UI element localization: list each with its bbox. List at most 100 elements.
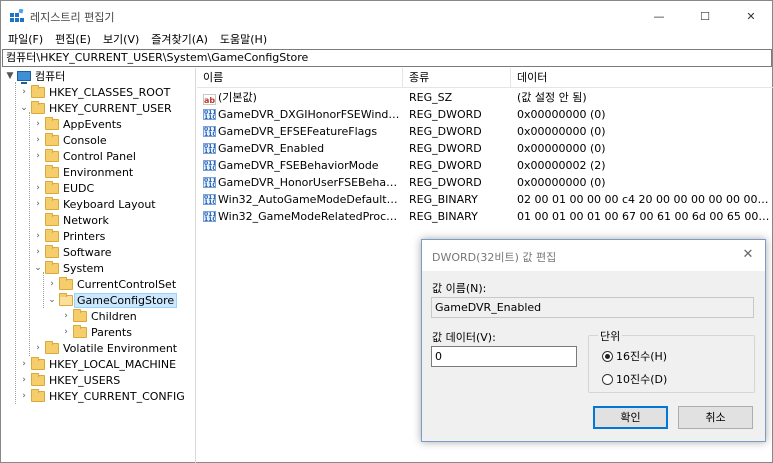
value-name-field[interactable]: GameDVR_Enabled xyxy=(431,297,754,318)
radio-unchecked-icon xyxy=(602,373,613,385)
tree-node-hkcu[interactable]: ⌄ HKEY_CURRENT_USER xyxy=(19,100,172,116)
registry-app-icon xyxy=(10,9,24,22)
tree-node-printers[interactable]: › Printers xyxy=(33,228,105,244)
column-header-type[interactable]: 종류 xyxy=(403,68,511,88)
close-button[interactable]: ✕ xyxy=(728,1,773,31)
cancel-button[interactable]: 취소 xyxy=(678,406,753,429)
list-item[interactable]: 011110GameDVR_HonorUserFSEBehaviorM... RE… xyxy=(197,174,773,191)
tree-node-environment[interactable]: Environment xyxy=(33,164,133,180)
value-type-cell: REG_BINARY xyxy=(409,193,478,206)
chevron-right-icon[interactable]: › xyxy=(33,244,43,260)
folder-icon xyxy=(45,132,59,146)
maximize-button[interactable]: ☐ xyxy=(682,1,728,31)
chevron-right-icon[interactable]: › xyxy=(33,132,43,148)
binary-value-icon: 011 110 xyxy=(203,177,216,188)
tree-node-gameconfigstore[interactable]: ⌄ GameConfigStore xyxy=(47,292,178,308)
folder-open-icon xyxy=(59,292,73,306)
chevron-down-icon[interactable]: ▼ xyxy=(5,68,15,84)
folder-icon xyxy=(73,308,87,322)
value-type-cell: REG_BINARY xyxy=(409,210,478,223)
list-item[interactable]: 011 110GameDVR_EFSEFeatureFlags REG_DWORD 0… xyxy=(197,123,773,140)
list-item[interactable]: 011 110GameDVR_Enabled REG_DWORD 0x00000000… xyxy=(197,140,773,157)
value-data-cell: 0x00000000 (0) xyxy=(517,142,606,155)
folder-icon xyxy=(45,196,59,210)
tree-node-appevents[interactable]: › AppEvents xyxy=(33,116,122,132)
menu-view[interactable]: 보기(V) xyxy=(97,31,145,49)
tree-node-hku[interactable]: › HKEY_USERS xyxy=(19,372,120,388)
ok-button[interactable]: 확인 xyxy=(593,406,668,429)
value-data-field[interactable]: 0 xyxy=(431,346,577,367)
tree-node-system[interactable]: ⌄ System xyxy=(33,260,104,276)
radio-hex[interactable]: 16진수(H) xyxy=(602,348,667,364)
chevron-down-icon[interactable]: ⌄ xyxy=(33,260,43,276)
menu-file[interactable]: 파일(F) xyxy=(1,31,49,49)
tree-node-children[interactable]: › Children xyxy=(61,308,137,324)
tree-node-control-panel[interactable]: › Control Panel xyxy=(33,148,136,164)
title-bar[interactable]: 레지스트리 편집기 — ☐ ✕ xyxy=(1,1,772,31)
tree-node-software[interactable]: › Software xyxy=(33,244,112,260)
tree-node-console[interactable]: › Console xyxy=(33,132,107,148)
chevron-right-icon[interactable]: › xyxy=(61,308,71,324)
value-type-cell: REG_DWORD xyxy=(409,176,482,189)
tree-node-volatile-environment[interactable]: › Volatile Environment xyxy=(33,340,177,356)
list-item[interactable]: ab (기본값) REG_SZ (값 설정 안 됨) xyxy=(197,89,773,106)
chevron-right-icon[interactable]: › xyxy=(33,116,43,132)
value-name-cell: 011 110Win32_GameModeRelatedProcesses xyxy=(203,210,403,223)
chevron-down-icon[interactable]: ⌄ xyxy=(19,100,29,116)
tree-node-currentcontrolset[interactable]: › CurrentControlSet xyxy=(47,276,176,292)
column-header-name[interactable]: 이름 xyxy=(197,68,403,88)
chevron-right-icon[interactable]: › xyxy=(19,388,29,404)
list-header: 이름 종류 데이터 xyxy=(197,68,773,88)
folder-icon xyxy=(45,244,59,258)
binary-value-icon: 011 110 xyxy=(203,126,216,137)
menu-edit[interactable]: 편집(E) xyxy=(49,31,97,49)
minimize-button[interactable]: — xyxy=(636,1,682,31)
tree-line xyxy=(29,112,30,356)
chevron-right-icon[interactable]: › xyxy=(19,372,29,388)
list-item[interactable]: 011 110GameDVR_FSEBehaviorMode REG_DWORD 0x… xyxy=(197,157,773,174)
chevron-right-icon[interactable]: › xyxy=(61,324,71,340)
menu-favorites[interactable]: 즐겨찾기(A) xyxy=(145,31,214,49)
folder-icon xyxy=(31,372,45,386)
minimize-icon: — xyxy=(653,9,665,23)
tree-node-network[interactable]: Network xyxy=(33,212,109,228)
tree-node-computer[interactable]: ▼ 컴퓨터 xyxy=(5,68,65,84)
binary-value-icon: 011 110 xyxy=(203,160,216,171)
chevron-right-icon[interactable]: › xyxy=(19,84,29,100)
list-item[interactable]: 011 110Win32_GameModeRelatedProcesses REG_… xyxy=(197,208,773,225)
edit-dword-dialog: DWORD(32비트) 값 편집 ✕ 값 이름(N): GameDVR_Enab… xyxy=(421,239,766,442)
string-value-icon: ab xyxy=(203,94,216,105)
chevron-down-icon[interactable]: ⌄ xyxy=(47,292,57,308)
value-type-cell: REG_DWORD xyxy=(409,125,482,138)
key-tree[interactable]: ▼ 컴퓨터 › HKEY_CLASSES_ROOT ⌄ HKEY_CURRENT… xyxy=(1,68,196,463)
chevron-right-icon[interactable]: › xyxy=(33,228,43,244)
value-name-cell: 011 110Win32_AutoGameModeDefaultProfile xyxy=(203,193,403,206)
tree-node-hkcc[interactable]: › HKEY_CURRENT_CONFIG xyxy=(19,388,185,404)
binary-value-icon: 011 110 xyxy=(203,211,216,222)
dialog-close-icon[interactable]: ✕ xyxy=(739,246,757,264)
chevron-right-icon[interactable]: › xyxy=(19,356,29,372)
radio-decimal[interactable]: 10진수(D) xyxy=(602,371,667,387)
value-name-label: 값 이름(N): xyxy=(432,282,487,295)
folder-icon xyxy=(59,276,73,290)
tree-node-hkcr[interactable]: › HKEY_CLASSES_ROOT xyxy=(19,84,170,100)
tree-node-keyboard-layout[interactable]: › Keyboard Layout xyxy=(33,196,156,212)
list-item[interactable]: 011110GameDVR_DXGIHonorFSEWindowsC... REG… xyxy=(197,106,773,123)
dialog-title-bar[interactable]: DWORD(32비트) 값 편집 ✕ xyxy=(422,240,765,271)
chevron-right-icon[interactable]: › xyxy=(33,196,43,212)
folder-icon xyxy=(31,100,45,114)
chevron-right-icon[interactable]: › xyxy=(33,148,43,164)
value-data-cell: 02 00 01 00 00 00 c4 20 00 00 00 00 00 0… xyxy=(517,193,771,206)
list-item[interactable]: 011 110Win32_AutoGameModeDefaultProfile RE… xyxy=(197,191,773,208)
menu-help[interactable]: 도움말(H) xyxy=(214,31,273,49)
chevron-right-icon[interactable]: › xyxy=(47,276,57,292)
tree-node-parents[interactable]: › Parents xyxy=(61,324,132,340)
column-header-data[interactable]: 데이터 xyxy=(511,68,773,88)
tree-line xyxy=(15,82,16,404)
tree-node-eudc[interactable]: › EUDC xyxy=(33,180,94,196)
address-bar[interactable]: 컴퓨터\HKEY_CURRENT_USER\System\GameConfigS… xyxy=(2,49,772,67)
chevron-right-icon[interactable]: › xyxy=(33,180,43,196)
tree-node-hklm[interactable]: › HKEY_LOCAL_MACHINE xyxy=(19,356,176,372)
chevron-right-icon[interactable]: › xyxy=(33,340,43,356)
value-type-cell: REG_DWORD xyxy=(409,159,482,172)
